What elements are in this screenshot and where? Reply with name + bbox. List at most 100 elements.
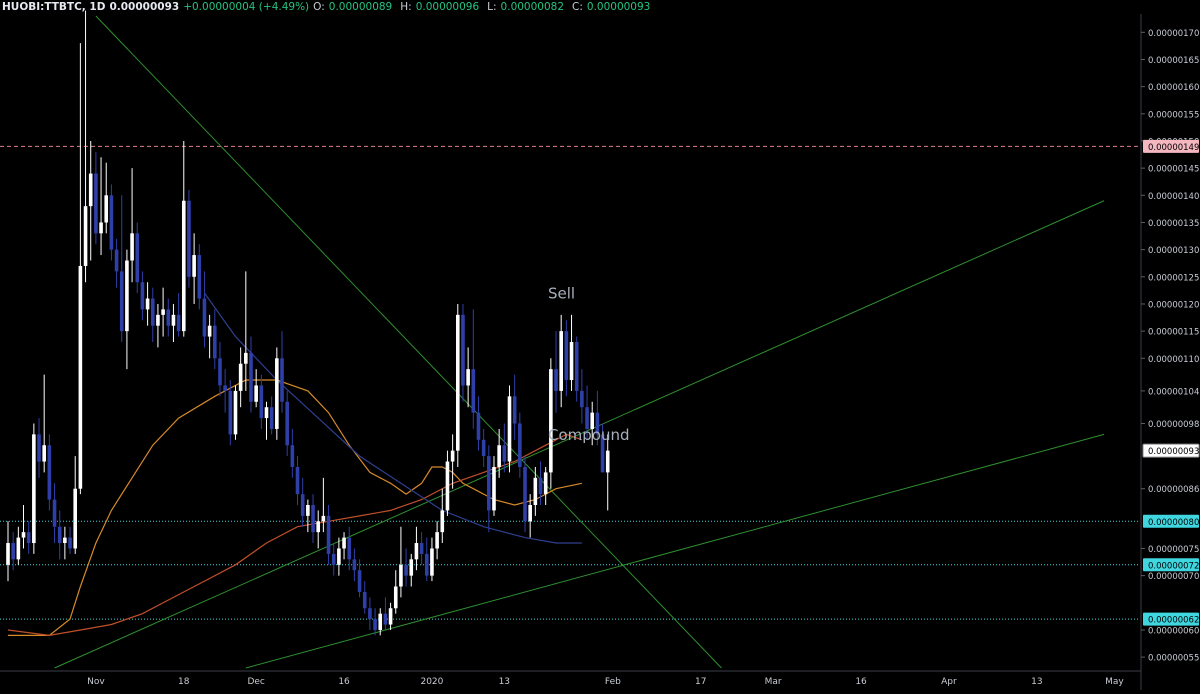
candle-body <box>11 543 15 560</box>
price-tick-label: 0.00000160 <box>1148 83 1199 93</box>
candle-body <box>424 553 429 576</box>
candle-body <box>481 439 486 457</box>
time-tick-label: 16 <box>855 677 867 687</box>
candle-body <box>176 314 181 332</box>
candle-body <box>238 363 243 391</box>
candle-body <box>383 613 388 625</box>
time-tick-label: Feb <box>605 677 621 687</box>
candle-body <box>275 358 279 429</box>
candle-body <box>244 352 248 364</box>
candle-body <box>476 412 481 440</box>
candle-body <box>450 450 455 462</box>
trading-chart[interactable]: Sell Compound 0.00000170 0.00000165 0.00000… <box>0 0 1200 690</box>
candle-body <box>269 407 274 429</box>
candle-body <box>331 553 336 565</box>
candle-body <box>549 369 553 473</box>
candle-body <box>300 494 305 516</box>
candle-body <box>26 532 31 544</box>
candle-body <box>564 331 569 381</box>
time-tick-label: Mar <box>765 677 782 687</box>
open-value: 0.00000089 <box>328 1 393 13</box>
price-tick-label: 0.00000140 <box>1148 192 1199 202</box>
candle-body <box>337 548 341 565</box>
price-chart-svg[interactable]: SellCompound 0.000001700.000001650.00000… <box>0 0 1200 690</box>
candle-body <box>316 521 320 533</box>
candle-body <box>543 472 548 495</box>
candle-body <box>440 510 445 533</box>
price-axis[interactable]: 0.00000170 0.00000165 0.00000160 0.00000155… <box>1140 0 1200 690</box>
candle-body <box>94 173 98 234</box>
time-tick-label: Apr <box>941 677 957 687</box>
candle-body <box>21 532 26 538</box>
candle-body <box>352 559 357 571</box>
price-tick-label: 0.00000098 <box>1148 420 1199 430</box>
price-tick-label: 0.00000125 <box>1148 273 1199 283</box>
candle-body <box>228 390 233 435</box>
candle-body <box>68 537 72 549</box>
candle-body <box>114 249 119 272</box>
candle-body <box>306 505 310 516</box>
candle-body <box>399 564 403 587</box>
candle-body <box>347 537 352 560</box>
time-tick-label: 13 <box>1031 677 1042 687</box>
price-tick-label: 0.00000170 <box>1148 29 1199 39</box>
candle-body <box>213 325 217 359</box>
candle-body <box>166 309 171 326</box>
price-tick-label: 0.00000115 <box>1148 328 1199 338</box>
candle-body <box>342 537 346 549</box>
open-label: O: <box>313 1 325 13</box>
close-label: C: <box>572 1 583 13</box>
candle-body <box>559 331 563 391</box>
candle-body <box>83 206 88 266</box>
candle-body <box>538 477 543 495</box>
candle-body <box>497 445 501 467</box>
candle-body <box>280 358 284 402</box>
candle-body <box>171 314 176 326</box>
price-label-text: 0.00000093 <box>1148 447 1199 457</box>
candle-body <box>78 265 83 489</box>
price-tick-label: 0.00000130 <box>1148 246 1199 256</box>
candle-body <box>445 461 450 511</box>
candle-body <box>99 222 103 234</box>
candle-body <box>249 352 253 402</box>
price-tick-label: 0.00000135 <box>1148 219 1199 229</box>
price-tick-label: 0.00000104 <box>1148 387 1199 397</box>
price-label-text: 0.00000062 <box>1148 616 1199 626</box>
price-label-text: 0.00000072 <box>1148 561 1199 571</box>
last-price: 0.00000093 <box>109 1 180 13</box>
candle-body <box>419 543 424 554</box>
candle-body <box>295 466 300 495</box>
candle-body <box>42 445 46 462</box>
low-value: 0.00000082 <box>500 1 565 13</box>
candle-body <box>518 423 522 467</box>
price-tick-label: 0.00000055 <box>1148 654 1199 664</box>
candle-body <box>207 325 212 337</box>
time-tick-label: Nov <box>87 677 105 687</box>
price-tick-label: 0.00000120 <box>1148 300 1199 310</box>
candle-body <box>187 200 191 277</box>
candle-body <box>393 586 398 609</box>
time-tick-label: May <box>1105 677 1124 687</box>
price-tick-label: 0.00000155 <box>1148 110 1199 120</box>
time-tick-label: Dec <box>247 677 264 687</box>
candle-body <box>156 314 160 326</box>
candle-body <box>368 608 372 620</box>
low-label: L: <box>487 1 497 13</box>
price-tick-label: 0.00000145 <box>1148 165 1199 175</box>
candle-body <box>471 369 476 413</box>
candle-body <box>16 537 21 560</box>
price-change: +0.00000004 (+4.49%) <box>183 1 310 13</box>
candle-body <box>140 282 145 310</box>
price-tick-label: 0.00000075 <box>1148 545 1199 555</box>
candle-body <box>259 385 264 419</box>
candle-body <box>435 532 439 549</box>
candle-body <box>574 342 579 391</box>
candle-body <box>512 396 517 424</box>
candle-body <box>125 260 129 332</box>
candle-body <box>218 358 222 386</box>
candle-body <box>254 385 258 402</box>
candle-body <box>523 466 527 522</box>
symbol-name[interactable]: HUOBI:TTBTC, 1D <box>2 0 105 14</box>
candle-body <box>285 401 289 446</box>
price-tick-label: 0.00000110 <box>1148 355 1199 365</box>
